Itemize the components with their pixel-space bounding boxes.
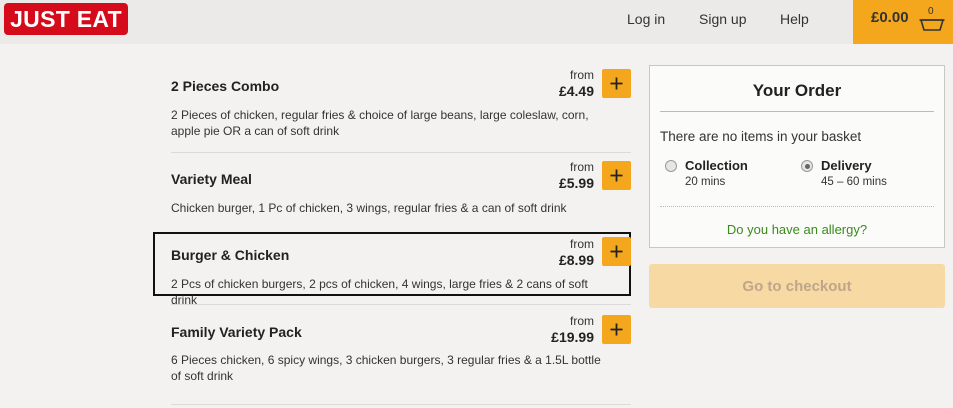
basket-count: 0 [928,6,934,17]
menu-item-burger-and-chicken: Burger & Chicken from £8.99 2 Pcs of chi… [171,234,631,307]
basket-icon: 0 [919,6,945,33]
menu-item-2-pieces-combo: 2 Pieces Combo from £4.49 2 Pieces of ch… [171,64,631,144]
item-name: Family Variety Pack [171,324,302,340]
basket-button[interactable]: £0.00 0 [853,0,953,44]
divider [660,111,934,112]
plus-icon [610,77,623,90]
delivery-radio[interactable] [801,160,813,172]
item-price: £5.99 [558,175,594,191]
menu-item-family-variety-pack: Family Variety Pack from £19.99 6 Pieces… [171,311,631,391]
add-item-button[interactable] [602,237,631,266]
divider [171,404,631,405]
divider [171,304,631,305]
item-price: £19.99 [551,329,594,345]
divider [171,152,631,153]
collection-radio[interactable] [665,160,677,172]
collection-label[interactable]: Collection [685,158,748,173]
add-item-button[interactable] [602,161,631,190]
allergy-link[interactable]: Do you have an allergy? [650,222,944,237]
item-price: £4.49 [558,83,594,99]
item-description: 6 Pieces chicken, 6 spicy wings, 3 chick… [171,353,601,383]
item-description: Chicken burger, 1 Pc of chicken, 3 wings… [171,201,567,215]
signup-link[interactable]: Sign up [699,11,746,27]
top-header: JUST EAT Log in Sign up Help £0.00 0 [0,0,953,44]
item-name: Burger & Chicken [171,247,290,263]
add-item-button[interactable] [602,69,631,98]
order-panel: Your Order There are no items in your ba… [649,65,945,248]
collection-time: 20 mins [685,176,726,188]
plus-icon [610,323,623,336]
basket-total: £0.00 [871,9,909,26]
help-link[interactable]: Help [780,11,809,27]
plus-icon [610,245,623,258]
divider [660,206,934,207]
login-link[interactable]: Log in [627,11,665,27]
item-from-label: from [570,314,594,328]
item-from-label: from [570,160,594,174]
delivery-label[interactable]: Delivery [821,158,872,173]
item-from-label: from [570,68,594,82]
item-name: Variety Meal [171,171,252,187]
add-item-button[interactable] [602,315,631,344]
item-name: 2 Pieces Combo [171,78,280,94]
plus-icon [610,169,623,182]
item-description: 2 Pieces of chicken, regular fries & cho… [171,108,589,138]
menu-item-variety-meal: Variety Meal from £5.99 Chicken burger, … [171,157,631,227]
delivery-time: 45 – 60 mins [821,176,887,188]
just-eat-logo[interactable]: JUST EAT [4,3,128,35]
empty-basket-text: There are no items in your basket [660,129,862,144]
checkout-button[interactable]: Go to checkout [649,264,945,308]
item-price: £8.99 [558,252,594,268]
order-title: Your Order [752,81,842,100]
item-from-label: from [570,237,594,251]
